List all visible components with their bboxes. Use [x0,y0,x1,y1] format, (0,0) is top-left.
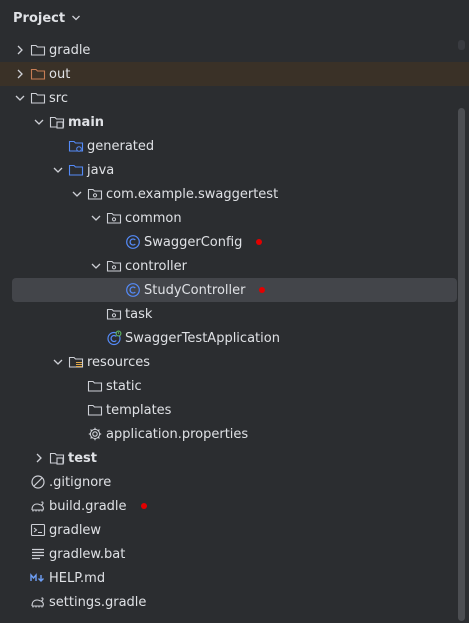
spring-boot-class-icon [106,330,122,346]
tree-item-gradle[interactable]: gradle [0,38,469,62]
tree-item-resources[interactable]: resources [0,350,469,374]
markdown-icon [30,570,46,586]
tree-item-label: build.gradle [49,498,127,514]
source-folder-icon [68,162,84,178]
tree-item-label: main [68,114,105,130]
project-tree: gradle out src main generated java com.example… [0,38,469,614]
tree-item-label: .gitignore [49,474,112,490]
tree-item-label: gradlew.bat [49,546,126,562]
tree-item-src[interactable]: src [0,86,469,110]
scrollbar-top [458,40,465,50]
tree-item-gradlewbat[interactable]: gradlew.bat [0,542,469,566]
tree-item-gradlew[interactable]: gradlew [0,518,469,542]
tree-item-test[interactable]: test [0,446,469,470]
folder-icon [87,402,103,418]
tree-item-label: src [49,90,68,106]
tree-item-studycontroller[interactable]: StudyController [0,278,469,302]
chevron-right-icon[interactable] [31,450,47,466]
tree-item-main[interactable]: main [0,110,469,134]
chevron-right-icon[interactable] [12,66,28,82]
tree-item-task[interactable]: task [0,302,469,326]
chevron-down-icon[interactable] [12,90,28,106]
terminal-icon [30,522,46,538]
settings-gear-icon [87,426,103,442]
module-folder-icon [49,450,65,466]
tree-item-appprops[interactable]: application.properties [0,422,469,446]
generated-source-folder-icon [68,138,84,154]
tree-item-label: StudyController [144,282,246,298]
ignore-icon [30,474,46,490]
class-icon [125,282,141,298]
vertical-scrollbar[interactable] [458,108,465,621]
folder-icon [30,42,46,58]
tree-item-buildgradle[interactable]: build.gradle [0,494,469,518]
tree-item-gitignore[interactable]: .gitignore [0,470,469,494]
tree-item-label: generated [87,138,155,154]
tree-item-label: controller [125,258,188,274]
tree-item-label: common [125,210,182,226]
chevron-down-icon[interactable] [50,162,66,178]
chevron-down-icon[interactable] [31,114,47,130]
tree-item-static[interactable]: static [0,374,469,398]
error-marker-dot [259,287,266,293]
package-icon [106,306,122,322]
chevron-down-icon[interactable] [69,186,85,202]
tree-item-helpmd[interactable]: HELP.md [0,566,469,590]
tree-item-swaggertestapplication[interactable]: SwaggerTestApplication [0,326,469,350]
folder-icon [87,378,103,394]
tree-item-templates[interactable]: templates [0,398,469,422]
folder-icon [30,90,46,106]
tree-item-label: java [87,162,115,178]
tree-item-java[interactable]: java [0,158,469,182]
tree-item-package[interactable]: com.example.swaggertest [0,182,469,206]
chevron-down-icon[interactable] [50,354,66,370]
resources-folder-icon [68,354,84,370]
tree-item-label: test [68,450,97,466]
tree-item-swaggerconfig[interactable]: SwaggerConfig [0,230,469,254]
tree-item-label: gradlew [49,522,102,538]
tree-item-label: HELP.md [49,570,106,586]
tree-item-label: SwaggerConfig [144,234,243,250]
text-lines-icon [30,546,46,562]
package-icon [106,258,122,274]
tree-item-label: SwaggerTestApplication [125,330,280,346]
tree-item-label: application.properties [106,426,249,442]
chevron-down-icon[interactable] [71,13,81,23]
class-icon [125,234,141,250]
tree-item-out[interactable]: out [0,62,469,86]
chevron-down-icon[interactable] [88,210,104,226]
tree-item-label: templates [106,402,172,418]
tree-item-label: com.example.swaggertest [106,186,279,202]
project-title: Project [13,10,66,26]
tree-item-label: task [125,306,153,322]
error-marker-dot [140,503,147,509]
module-folder-icon [49,114,65,130]
tree-item-label: gradle [49,42,91,58]
tree-item-settingsgradle[interactable]: settings.gradle [0,590,469,614]
gradle-elephant-icon [30,498,46,514]
folder-orange-icon [30,66,46,82]
tree-item-label: static [106,378,142,394]
error-marker-dot [256,239,263,245]
tree-item-generated[interactable]: generated [0,134,469,158]
tree-item-controller[interactable]: controller [0,254,469,278]
chevron-down-icon[interactable] [88,258,104,274]
package-icon [87,186,103,202]
gradle-elephant-icon [30,594,46,610]
tree-item-label: out [49,66,71,82]
package-icon [106,210,122,226]
chevron-right-icon[interactable] [12,42,28,58]
project-header[interactable]: Project [0,0,469,36]
tree-item-label: resources [87,354,151,370]
project-tool-window: Project gradle out src main generated java com… [0,0,469,623]
tree-item-common[interactable]: common [0,206,469,230]
tree-item-label: settings.gradle [49,594,147,610]
